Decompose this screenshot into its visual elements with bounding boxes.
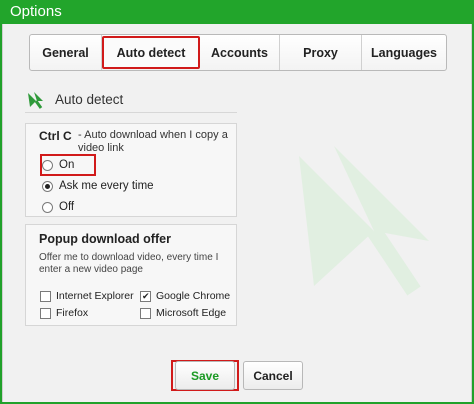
tab-proxy[interactable]: Proxy xyxy=(280,35,362,70)
satellite-dish-watermark-icon xyxy=(289,146,439,301)
checkbox-google-chrome-label: Google Chrome xyxy=(156,290,231,302)
radio-on-button[interactable] xyxy=(42,159,53,171)
section-title: Auto detect xyxy=(55,92,124,107)
tab-accounts[interactable]: Accounts xyxy=(200,35,280,70)
checkbox-google-chrome[interactable]: Google Chrome xyxy=(140,290,230,302)
radio-on-label: On xyxy=(59,159,75,171)
popup-panel: Popup download offer Offer me to downloa… xyxy=(25,224,237,326)
checkbox-microsoft-edge[interactable]: Microsoft Edge xyxy=(140,307,226,319)
radio-ask-button[interactable] xyxy=(42,180,53,192)
tab-general[interactable]: General xyxy=(30,35,102,70)
radio-ask[interactable]: Ask me every time xyxy=(42,180,154,192)
checkbox-microsoft-edge-box[interactable] xyxy=(140,307,151,319)
radio-off[interactable]: Off xyxy=(42,201,74,213)
tab-auto-detect[interactable]: Auto detect xyxy=(102,36,200,69)
window-title: Options xyxy=(10,3,62,20)
checkbox-internet-explorer-box[interactable] xyxy=(40,290,51,302)
ctrl-c-panel: Ctrl C - Auto download when I copy a vid… xyxy=(25,123,237,217)
checkbox-firefox-box[interactable] xyxy=(40,307,51,319)
radio-off-label: Off xyxy=(59,201,75,213)
cancel-button[interactable]: Cancel xyxy=(243,361,303,390)
checkbox-internet-explorer-label: Internet Explorer xyxy=(56,290,134,302)
save-button[interactable]: Save xyxy=(175,361,235,390)
checkbox-microsoft-edge-label: Microsoft Edge xyxy=(156,307,227,319)
satellite-dish-icon xyxy=(25,89,47,116)
checkbox-firefox[interactable]: Firefox xyxy=(40,307,88,319)
tab-languages[interactable]: Languages xyxy=(362,35,446,70)
section-header: Auto detect xyxy=(25,89,237,113)
radio-off-button[interactable] xyxy=(42,201,53,213)
window-titlebar[interactable]: Options xyxy=(0,0,474,24)
popup-title: Popup download offer xyxy=(39,232,171,246)
ctrl-c-label: Ctrl C xyxy=(39,129,72,143)
popup-description: Offer me to download video, every time I… xyxy=(39,252,219,275)
checkbox-firefox-label: Firefox xyxy=(56,307,89,319)
checkbox-google-chrome-box[interactable] xyxy=(140,290,151,302)
radio-on[interactable]: On xyxy=(42,159,74,171)
options-dialog: General Auto detect Accounts Proxy Langu… xyxy=(2,24,472,402)
ctrl-c-description: - Auto download when I copy a video link xyxy=(78,129,228,154)
checkbox-internet-explorer[interactable]: Internet Explorer xyxy=(40,290,134,302)
radio-ask-label: Ask me every time xyxy=(59,180,154,192)
tab-bar: General Auto detect Accounts Proxy Langu… xyxy=(29,34,447,71)
